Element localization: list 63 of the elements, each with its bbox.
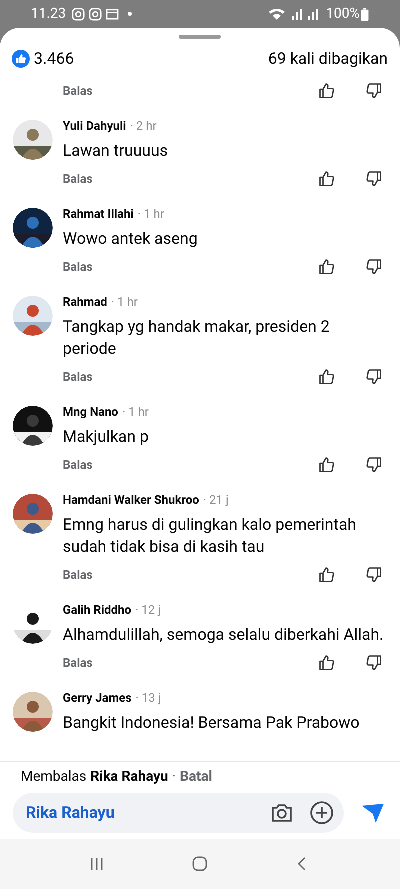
thumbs-down-icon[interactable] (365, 654, 383, 672)
camera-app-icon (72, 8, 86, 20)
drag-handle[interactable] (179, 35, 221, 39)
comment-text: Emng harus di gulingkan kalo pemerintah sudah tidak bisa di kasih tau (63, 514, 358, 558)
battery-level: 100% (326, 4, 360, 24)
thumbs-down-icon[interactable] (365, 566, 383, 584)
home-icon[interactable] (192, 856, 208, 872)
reply-link[interactable]: Balas (63, 82, 93, 100)
commenter-name[interactable]: Rahmad (63, 293, 108, 311)
share-count[interactable]: 69 kali dibagikan (268, 47, 388, 71)
thumbs-down-icon[interactable] (365, 456, 383, 474)
replying-label: Membalas (21, 768, 87, 787)
comment-time: · 1 hr (122, 404, 149, 421)
commenter-name[interactable]: Gerry James (63, 689, 132, 707)
thumbs-up-icon[interactable] (318, 566, 336, 584)
comment-time: · 21 j (203, 492, 229, 509)
commenter-name[interactable]: Hamdani Walker Shukroo (63, 491, 200, 509)
comment-time: · 2 hr (130, 118, 157, 135)
reply-link[interactable]: Balas (63, 566, 93, 584)
dot-icon (128, 12, 132, 16)
comment-time: · 1 hr (111, 294, 138, 311)
commenter-name[interactable]: Rahmat Illahi (63, 205, 134, 223)
thumbs-down-icon[interactable] (365, 258, 383, 276)
commenter-name[interactable]: Mng Nano (63, 403, 118, 421)
battery-icon (361, 8, 369, 20)
thumbs-up-icon[interactable] (318, 456, 336, 474)
commenter-name[interactable]: Yuli Dahyuli (63, 117, 126, 135)
reply-link[interactable]: Balas (63, 654, 93, 672)
send-icon[interactable] (360, 801, 386, 825)
comment-text: Alhamdulillah, semoga selalu diberkahi Allah. (63, 624, 384, 646)
thumbs-up-icon[interactable] (318, 654, 336, 672)
like-count[interactable]: 3.466 (34, 47, 74, 71)
thumbs-up-icon[interactable] (318, 258, 336, 276)
comment-time: · 12 j (136, 602, 161, 619)
comment-text: Tangkap yg handak makar, presiden 2 periode (63, 316, 331, 360)
comment-text: Lawan truuuus (63, 140, 168, 162)
reply-link[interactable]: Balas (63, 456, 93, 474)
thumbs-up-icon[interactable] (318, 82, 336, 100)
comment-time: · 13 j (136, 690, 162, 707)
separator-dot: · (172, 768, 176, 787)
reply-link[interactable]: Balas (63, 368, 93, 386)
thumbs-up-icon[interactable] (318, 170, 336, 188)
recent-apps-icon[interactable] (88, 856, 105, 872)
camera-app-icon (89, 8, 102, 20)
add-icon[interactable] (310, 801, 334, 825)
clock: 11.23 (31, 4, 66, 24)
comment-input[interactable]: Rika Rahayu (13, 793, 344, 833)
comment-text: Makjulkan p (63, 426, 149, 448)
window-icon (106, 8, 120, 20)
thumbs-down-icon[interactable] (365, 82, 383, 100)
like-icon (12, 50, 30, 68)
reply-link[interactable]: Balas (63, 170, 93, 188)
thumbs-down-icon[interactable] (365, 170, 383, 188)
replying-to-name: Rika Rahayu (90, 768, 168, 787)
comment-text: Wowo antek aseng (63, 228, 198, 250)
comment-text: Bangkit Indonesia! Bersama Pak Prabowo (63, 712, 360, 734)
thumbs-down-icon[interactable] (365, 368, 383, 386)
reply-link[interactable]: Balas (63, 258, 93, 276)
thumbs-up-icon[interactable] (318, 368, 336, 386)
mention-text: Rika Rahayu (26, 802, 115, 824)
commenter-name[interactable]: Galih Riddho (63, 601, 132, 619)
cancel-button[interactable]: Batal (180, 767, 212, 788)
comment-time: · 1 hr (138, 206, 164, 223)
